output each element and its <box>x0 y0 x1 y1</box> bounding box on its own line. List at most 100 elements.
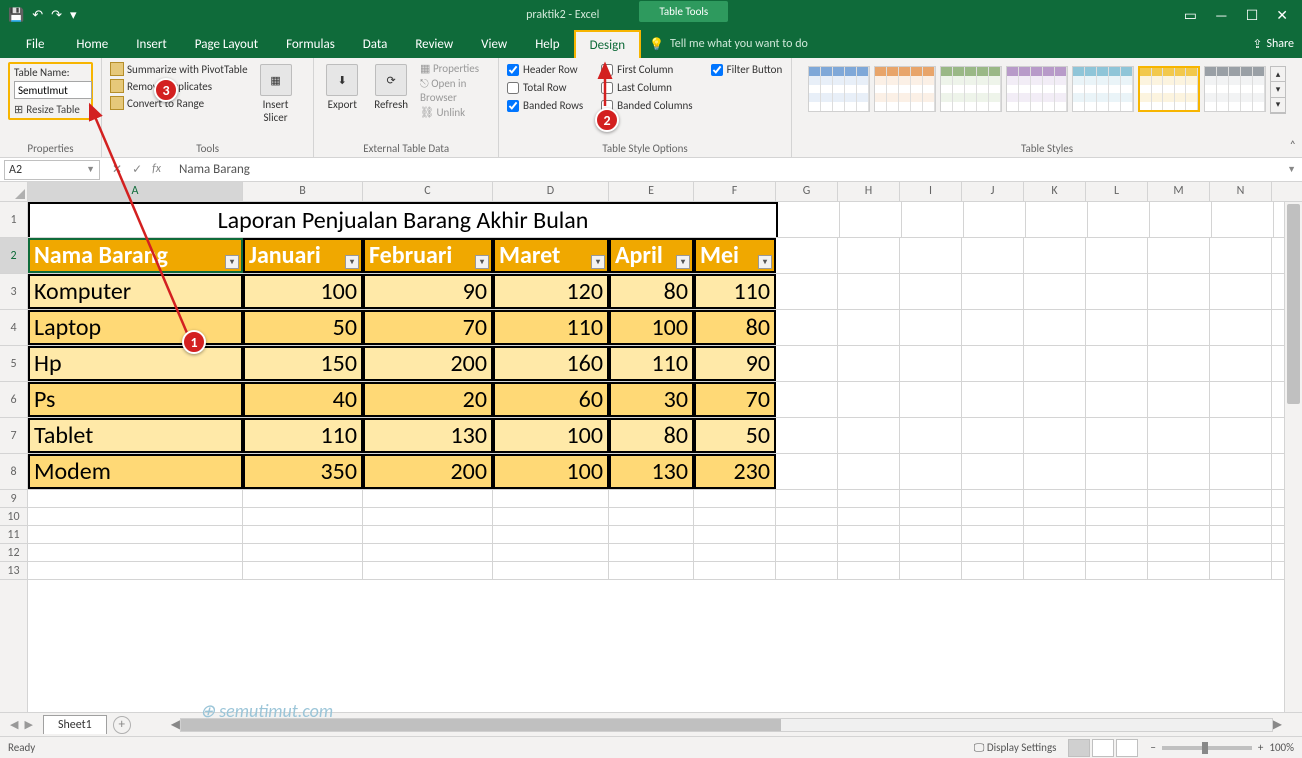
table-cell[interactable]: 130 <box>363 418 493 453</box>
row-header-5[interactable]: 5 <box>0 346 27 382</box>
tab-design[interactable]: Design <box>574 30 641 59</box>
row-header-11[interactable]: 11 <box>0 526 27 544</box>
table-name-input[interactable] <box>14 81 92 99</box>
collapse-ribbon-icon[interactable]: ˄ <box>1290 139 1296 153</box>
column-header-B[interactable]: B <box>243 182 363 201</box>
column-header-L[interactable]: L <box>1086 182 1148 201</box>
last-column-checkbox[interactable]: Last Column <box>601 80 692 95</box>
filter-dropdown-icon[interactable]: ▾ <box>591 255 605 269</box>
table-style-thumb[interactable] <box>940 66 1002 112</box>
column-header-G[interactable]: G <box>776 182 838 201</box>
table-cell[interactable]: Modem <box>28 454 243 489</box>
tab-help[interactable]: Help <box>521 31 573 58</box>
column-header-F[interactable]: F <box>694 182 776 201</box>
select-all-button[interactable] <box>0 182 28 202</box>
table-header-februari[interactable]: Februari▾ <box>363 238 493 273</box>
table-cell[interactable]: 70 <box>694 382 776 417</box>
table-cell[interactable]: Hp <box>28 346 243 381</box>
table-cell[interactable]: 150 <box>243 346 363 381</box>
maximize-icon[interactable]: ☐ <box>1246 7 1259 24</box>
undo-icon[interactable]: ↶ <box>32 8 43 23</box>
tab-page-layout[interactable]: Page Layout <box>181 31 272 58</box>
column-header-N[interactable]: N <box>1210 182 1272 201</box>
table-style-thumb[interactable] <box>1204 66 1266 112</box>
table-cell[interactable]: 90 <box>363 274 493 309</box>
table-cell[interactable]: 50 <box>243 310 363 345</box>
table-cell[interactable]: 100 <box>493 454 609 489</box>
table-cell[interactable]: 110 <box>493 310 609 345</box>
table-cell[interactable]: 160 <box>493 346 609 381</box>
share-button[interactable]: ⇪ Share <box>1252 37 1294 52</box>
report-title-cell[interactable]: Laporan Penjualan Barang Akhir Bulan <box>28 202 778 237</box>
table-header-april[interactable]: April▾ <box>609 238 694 273</box>
qat-more-icon[interactable]: ▾ <box>70 8 77 23</box>
table-cell[interactable]: 80 <box>609 418 694 453</box>
row-header-13[interactable]: 13 <box>0 562 27 580</box>
table-cell[interactable]: 110 <box>243 418 363 453</box>
filter-dropdown-icon[interactable]: ▾ <box>676 255 690 269</box>
table-cell[interactable]: 110 <box>694 274 776 309</box>
total-row-checkbox[interactable]: Total Row <box>507 80 583 95</box>
column-header-E[interactable]: E <box>609 182 694 201</box>
export-button[interactable]: ⬇Export <box>322 62 362 140</box>
row-header-10[interactable]: 10 <box>0 508 27 526</box>
header-row-checkbox[interactable]: Header Row <box>507 62 583 77</box>
table-style-thumb[interactable] <box>808 66 870 112</box>
sheet-nav[interactable]: ◀▶ <box>0 718 43 731</box>
table-cell[interactable]: 60 <box>493 382 609 417</box>
cells-area[interactable]: Laporan Penjualan Barang Akhir BulanNama… <box>28 202 1284 712</box>
filter-dropdown-icon[interactable]: ▾ <box>225 255 239 269</box>
save-icon[interactable]: 💾 <box>8 8 24 23</box>
row-header-4[interactable]: 4 <box>0 310 27 346</box>
redo-icon[interactable]: ↷ <box>51 8 62 23</box>
tell-me-search[interactable]: 💡 Tell me what you want to do <box>649 37 808 52</box>
column-header-M[interactable]: M <box>1148 182 1210 201</box>
remove-duplicates-button[interactable]: Remove Duplicates <box>110 79 248 93</box>
filter-dropdown-icon[interactable]: ▾ <box>758 255 772 269</box>
convert-range-button[interactable]: Convert to Range <box>110 96 248 110</box>
table-header-mei[interactable]: Mei▾ <box>694 238 776 273</box>
resize-table-button[interactable]: ⊞Resize Table <box>14 103 87 116</box>
table-cell[interactable]: 50 <box>694 418 776 453</box>
table-cell[interactable]: Laptop <box>28 310 243 345</box>
confirm-formula-icon[interactable]: ✓ <box>132 162 142 177</box>
table-cell[interactable]: 70 <box>363 310 493 345</box>
tab-data[interactable]: Data <box>349 31 402 58</box>
row-header-12[interactable]: 12 <box>0 544 27 562</box>
table-cell[interactable]: 40 <box>243 382 363 417</box>
column-header-C[interactable]: C <box>363 182 493 201</box>
styles-scroll[interactable]: ▴▾▾ <box>1270 66 1286 114</box>
row-header-6[interactable]: 6 <box>0 382 27 418</box>
row-header-9[interactable]: 9 <box>0 490 27 508</box>
row-header-3[interactable]: 3 <box>0 274 27 310</box>
sheet-tab[interactable]: Sheet1 <box>43 715 107 734</box>
table-cell[interactable]: 230 <box>694 454 776 489</box>
column-header-I[interactable]: I <box>900 182 962 201</box>
tab-view[interactable]: View <box>467 31 521 58</box>
expand-formula-icon[interactable]: ▼ <box>1281 164 1302 175</box>
table-cell[interactable]: 200 <box>363 454 493 489</box>
formula-input[interactable]: Nama Barang <box>173 162 1281 177</box>
refresh-button[interactable]: ⟳Refresh <box>370 62 412 140</box>
table-cell[interactable]: 80 <box>609 274 694 309</box>
table-header-nama-barang[interactable]: Nama Barang▾ <box>28 238 243 273</box>
summarize-pivot-button[interactable]: Summarize with PivotTable <box>110 62 248 76</box>
close-icon[interactable]: ✕ <box>1276 7 1288 24</box>
table-cell[interactable]: 110 <box>609 346 694 381</box>
table-cell[interactable]: 80 <box>694 310 776 345</box>
table-cell[interactable]: 30 <box>609 382 694 417</box>
table-cell[interactable]: 100 <box>493 418 609 453</box>
table-style-thumb[interactable] <box>1006 66 1068 112</box>
table-style-thumb[interactable] <box>1072 66 1134 112</box>
tab-insert[interactable]: Insert <box>122 31 181 58</box>
column-header-H[interactable]: H <box>838 182 900 201</box>
table-cell[interactable]: 20 <box>363 382 493 417</box>
table-cell[interactable]: 130 <box>609 454 694 489</box>
filter-button-checkbox[interactable]: Filter Button <box>711 62 783 77</box>
fx-icon[interactable]: fx <box>152 162 161 177</box>
vertical-scrollbar[interactable] <box>1284 202 1302 712</box>
row-header-2[interactable]: 2 <box>0 238 27 274</box>
row-header-1[interactable]: 1 <box>0 202 27 238</box>
column-header-J[interactable]: J <box>962 182 1024 201</box>
table-style-thumb[interactable] <box>874 66 936 112</box>
